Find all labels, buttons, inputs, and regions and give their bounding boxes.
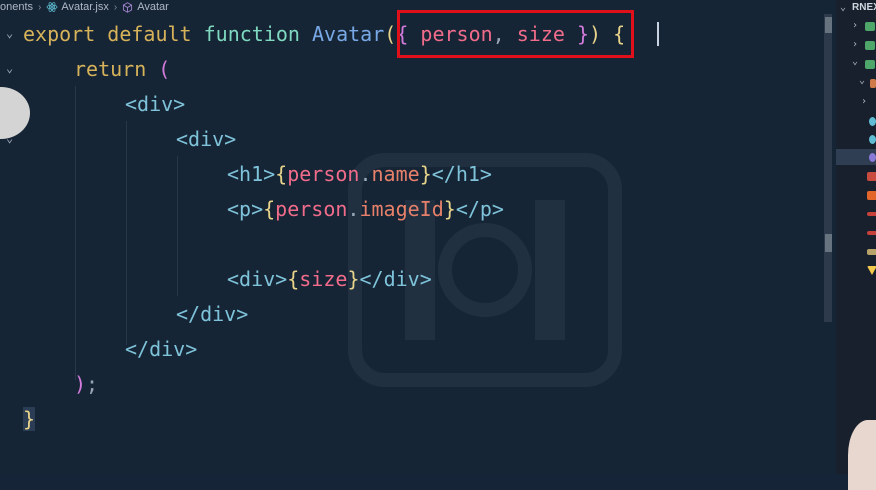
scrollbar-marker — [825, 234, 832, 252]
jsx-tag: </h1> — [431, 162, 492, 186]
explorer-title: RNEX — [852, 2, 876, 13]
folder-icon — [870, 79, 876, 88]
indent-guide — [126, 121, 127, 345]
jsx-tag: <h1> — [227, 162, 276, 186]
explorer-item[interactable] — [836, 206, 876, 222]
chevron-down-icon: ⌄ — [852, 56, 859, 67]
vite-file-icon — [867, 266, 876, 275]
react-file-icon — [47, 2, 58, 12]
breadcrumb-file[interactable]: Avatar.jsx — [61, 1, 109, 13]
brace: { — [263, 197, 276, 221]
brace-close: } — [23, 407, 36, 431]
explorer-item[interactable] — [836, 131, 876, 147]
semicolon: ; — [86, 372, 99, 396]
chevron-down-icon[interactable]: ⌄ — [840, 2, 846, 13]
dot: . — [359, 162, 372, 186]
property-name: name — [371, 162, 420, 186]
chevron-right-icon: › — [38, 1, 42, 13]
identifier-person: person — [275, 197, 348, 221]
explorer-item[interactable]: › — [836, 37, 876, 53]
jsx-tag: <div> — [125, 92, 186, 116]
folder-icon — [865, 22, 875, 31]
code-line-12[interactable]: } — [23, 404, 36, 434]
explorer-item[interactable]: › — [836, 94, 876, 110]
chevron-right-icon: › — [852, 20, 859, 31]
explorer-item[interactable] — [836, 168, 876, 184]
react-file-icon — [869, 117, 876, 126]
code-line-11[interactable]: ); — [74, 369, 98, 399]
cursor-highlight-circle — [0, 87, 30, 139]
breadcrumb: onents › Avatar.jsx › Avatar — [0, 0, 169, 14]
paren: ( — [158, 57, 171, 81]
folder-icon — [865, 60, 875, 69]
breadcrumb-symbol[interactable]: Avatar — [137, 1, 169, 13]
webcam-overlay — [848, 420, 876, 490]
brace: } — [443, 197, 456, 221]
code-line-5[interactable]: <h1>{person.name}</h1> — [227, 159, 492, 189]
keyword-export: export — [23, 22, 96, 46]
keyword-function: function — [203, 22, 300, 46]
jsx-tag: <p> — [227, 197, 264, 221]
code-line-6[interactable]: <p>{person.imageId}</p> — [227, 194, 504, 224]
jsx-tag: </p> — [455, 197, 504, 221]
indent-guide — [177, 156, 178, 296]
jsx-tag: </div> — [125, 337, 198, 361]
identifier-person: person — [287, 162, 360, 186]
explorer-item[interactable] — [836, 187, 876, 203]
identifier-size: size — [299, 267, 348, 291]
react-file-icon — [869, 153, 876, 162]
npm-file-icon — [867, 172, 876, 181]
paren: ) — [74, 372, 87, 396]
chevron-right-icon: › — [861, 96, 868, 107]
config-file-icon — [867, 212, 876, 216]
explorer-item[interactable] — [836, 244, 876, 260]
explorer-item[interactable] — [836, 113, 876, 129]
folder-icon — [865, 41, 875, 50]
fold-chevron-icon[interactable]: ⌄ — [6, 27, 18, 39]
explorer-item[interactable]: › — [836, 18, 876, 34]
keyword-return: return — [74, 57, 147, 81]
readme-file-icon — [867, 249, 876, 255]
jsx-tag: </div> — [176, 302, 249, 326]
chevron-right-icon: › — [113, 1, 118, 13]
brace: } — [419, 162, 432, 186]
explorer-item[interactable]: ⌄ — [836, 75, 876, 91]
brace: { — [275, 162, 288, 186]
code-editor[interactable]: onents › Avatar.jsx › Avatar ⌄ ⌄ ⌄ expor… — [0, 0, 836, 474]
chevron-right-icon: › — [852, 39, 859, 50]
config-file-icon — [867, 231, 876, 235]
breadcrumb-folder[interactable]: onents — [0, 1, 33, 13]
fold-chevron-icon[interactable]: ⌄ — [6, 62, 18, 74]
code-line-10[interactable]: </div> — [125, 334, 197, 364]
html5-file-icon — [867, 191, 876, 200]
scrollbar-marker — [825, 17, 832, 33]
brace: } — [347, 267, 360, 291]
code-line-2[interactable]: return ( — [74, 54, 170, 84]
symbol-cube-icon — [123, 1, 133, 13]
chevron-down-icon: ⌄ — [859, 75, 866, 86]
explorer-item[interactable] — [836, 262, 876, 278]
indent-guide — [75, 86, 76, 380]
jsx-tag: </div> — [359, 267, 432, 291]
function-name: Avatar — [312, 22, 385, 46]
property-imageid: imageId — [359, 197, 444, 221]
explorer-item-selected[interactable] — [836, 149, 876, 165]
annotation-highlight-box — [397, 10, 634, 58]
code-line-9[interactable]: </div> — [176, 299, 248, 329]
react-file-icon — [869, 135, 876, 144]
jsx-tag: <div> — [176, 127, 237, 151]
brace: { — [287, 267, 300, 291]
text-cursor — [657, 22, 659, 46]
dot: . — [347, 197, 360, 221]
vertical-scrollbar[interactable] — [824, 14, 832, 322]
code-line-3[interactable]: <div> — [125, 89, 185, 119]
code-line-4[interactable]: <div> — [176, 124, 236, 154]
code-line-8[interactable]: <div>{size}</div> — [227, 264, 432, 294]
explorer-item[interactable]: ⌄ — [836, 56, 876, 72]
jsx-tag: <div> — [227, 267, 288, 291]
paren: ( — [384, 22, 397, 46]
keyword-default: default — [107, 22, 192, 46]
explorer-item[interactable] — [836, 225, 876, 241]
